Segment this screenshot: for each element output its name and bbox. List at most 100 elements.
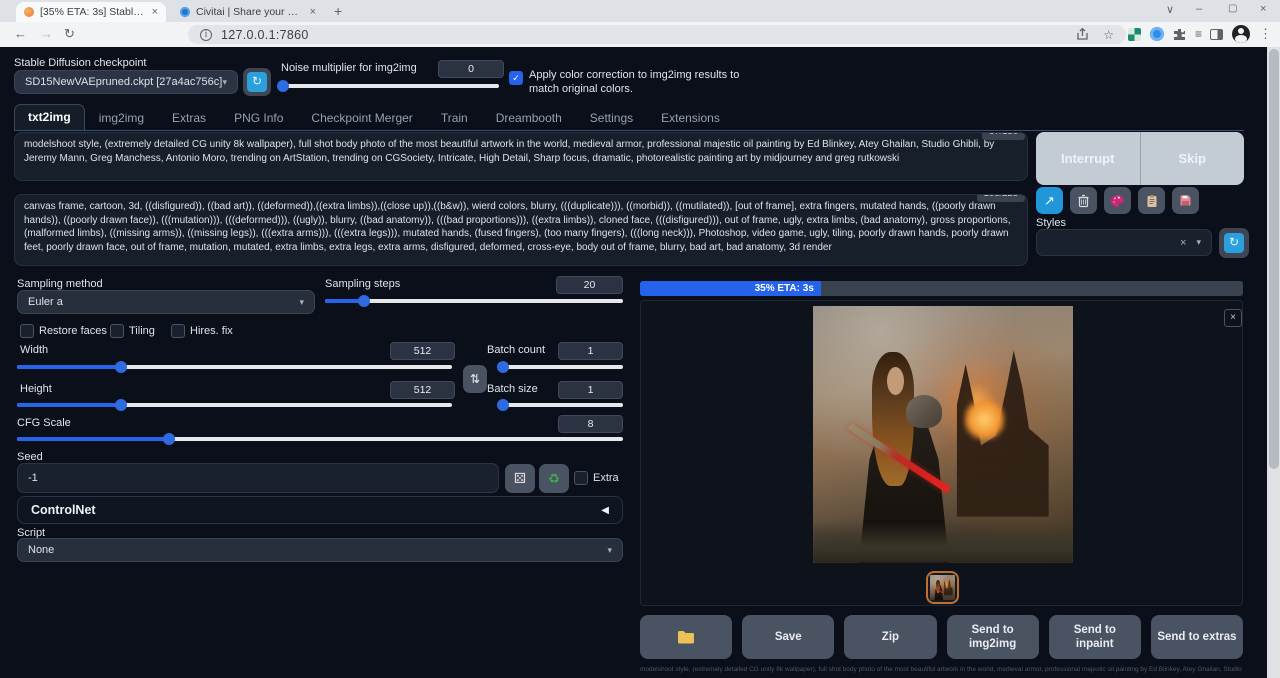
send-to-img2img-button[interactable]: Send to img2img xyxy=(947,615,1039,659)
tab-close-icon[interactable]: × xyxy=(152,7,158,18)
batch-count-value[interactable]: 1 xyxy=(558,342,623,360)
reading-list-icon[interactable]: ≡ xyxy=(1195,27,1201,41)
address-bar[interactable]: i 127.0.0.1:7860 ☆ xyxy=(188,25,1126,44)
height-value[interactable]: 512 xyxy=(390,381,455,399)
tab-png-info[interactable]: PNG Info xyxy=(220,106,297,131)
color-correction-checkbox[interactable]: ✓ xyxy=(509,71,523,85)
chevron-down-icon: ▾ xyxy=(222,77,227,88)
share-icon[interactable] xyxy=(1076,28,1089,41)
browser-tab-stable-diffusion[interactable]: [35% ETA: 3s] Stable Diffusion × xyxy=(16,2,166,22)
script-value: None xyxy=(28,544,54,556)
sampling-steps-value[interactable]: 20 xyxy=(556,276,623,294)
swap-width-height-button[interactable]: ⇅ xyxy=(463,365,487,393)
civitai-favicon-icon xyxy=(180,7,190,17)
generated-image[interactable] xyxy=(813,306,1073,563)
scrollbar-thumb[interactable] xyxy=(1269,49,1279,469)
cfg-scale-slider[interactable] xyxy=(17,433,623,445)
browser-menu-icon[interactable]: ⋮ xyxy=(1259,26,1271,42)
reuse-seed-button[interactable]: ♻ xyxy=(539,464,569,493)
browser-tabstrip: [35% ETA: 3s] Stable Diffusion × Civitai… xyxy=(0,0,1280,22)
hires-fix-checkbox[interactable] xyxy=(171,324,185,338)
batch-count-slider[interactable] xyxy=(497,361,623,373)
chevron-down-icon[interactable]: ▾ xyxy=(1196,237,1201,248)
sampling-steps-slider[interactable] xyxy=(325,295,623,307)
paste-arrow-icon: ↗ xyxy=(1044,193,1055,209)
batch-size-slider[interactable] xyxy=(497,399,623,411)
apply-style-button[interactable] xyxy=(1138,187,1165,214)
tab-settings[interactable]: Settings xyxy=(576,106,647,131)
open-folder-button[interactable] xyxy=(640,615,732,659)
site-info-icon[interactable]: i xyxy=(200,29,212,41)
tab-checkpoint-merger[interactable]: Checkpoint Merger xyxy=(297,106,426,131)
new-tab-button[interactable]: + xyxy=(334,3,342,19)
browser-tab-civitai[interactable]: Civitai | Share your models × xyxy=(172,2,324,22)
batch-count-label: Batch count xyxy=(487,344,545,356)
extra-networks-button[interactable] xyxy=(1104,187,1131,214)
close-gallery-button[interactable]: × xyxy=(1224,309,1242,327)
script-select[interactable]: None ▾ xyxy=(17,538,623,562)
checkpoint-label: Stable Diffusion checkpoint xyxy=(14,57,147,69)
tab-dreambooth[interactable]: Dreambooth xyxy=(482,106,576,131)
tiling-label: Tiling xyxy=(129,325,155,337)
tab-img2img[interactable]: img2img xyxy=(85,106,158,131)
clear-styles-icon[interactable]: × xyxy=(1180,237,1186,249)
page-scrollbar[interactable] xyxy=(1267,47,1280,678)
height-slider[interactable] xyxy=(17,399,452,411)
tab-txt2img[interactable]: txt2img xyxy=(14,104,85,131)
cfg-scale-value[interactable]: 8 xyxy=(558,415,623,433)
save-style-button[interactable] xyxy=(1172,187,1199,214)
width-value[interactable]: 512 xyxy=(390,342,455,360)
bookmark-star-icon[interactable]: ☆ xyxy=(1103,28,1114,42)
tab-close-icon[interactable]: × xyxy=(310,7,316,18)
progress-fill: 35% ETA: 3s xyxy=(640,281,821,296)
send-to-inpaint-button[interactable]: Send to inpaint xyxy=(1049,615,1141,659)
tiling-checkbox[interactable] xyxy=(110,324,124,338)
paste-generation-params-button[interactable]: ↗ xyxy=(1036,187,1063,214)
seed-input[interactable]: -1 xyxy=(17,463,499,493)
width-slider[interactable] xyxy=(17,361,452,373)
skip-button[interactable]: Skip xyxy=(1141,132,1245,185)
extension-grid-icon[interactable] xyxy=(1128,28,1141,41)
back-icon[interactable]: ← xyxy=(14,26,27,41)
batch-size-value[interactable]: 1 xyxy=(558,381,623,399)
clear-prompt-button[interactable] xyxy=(1070,187,1097,214)
forward-icon[interactable]: → xyxy=(40,26,53,41)
refresh-styles-button[interactable]: ↻ xyxy=(1219,228,1249,258)
send-to-extras-button[interactable]: Send to extras xyxy=(1151,615,1243,659)
tab-search-icon[interactable]: ∨ xyxy=(1166,3,1174,16)
prompt-textarea[interactable]: modelshoot style, (extremely detailed CG… xyxy=(14,132,1028,181)
side-panel-icon[interactable] xyxy=(1210,29,1223,40)
sampling-method-select[interactable]: Euler a ▾ xyxy=(17,290,315,314)
tab-train[interactable]: Train xyxy=(427,106,482,131)
gallery-thumbnail-selected[interactable] xyxy=(926,571,959,604)
fire-glow xyxy=(964,399,1006,440)
checkpoint-select[interactable]: SD15NewVAEpruned.ckpt [27a4ac756c] ▾ xyxy=(14,70,238,94)
restore-faces-checkbox[interactable] xyxy=(20,324,34,338)
controlnet-accordion[interactable]: ControlNet ◀ xyxy=(17,496,623,524)
tab-extras[interactable]: Extras xyxy=(158,106,220,131)
interrupt-button[interactable]: Interrupt xyxy=(1036,132,1141,185)
seed-extra-checkbox[interactable] xyxy=(574,471,588,485)
tab-extensions[interactable]: Extensions xyxy=(647,106,734,131)
batch-size-label: Batch size xyxy=(487,383,538,395)
noise-multiplier-slider[interactable] xyxy=(281,80,499,92)
noise-multiplier-value[interactable]: 0 xyxy=(438,60,504,78)
styles-select[interactable]: × ▾ xyxy=(1036,229,1212,256)
generation-info-text: modelshoot style, (extremely detailed CG… xyxy=(640,666,1243,673)
noise-multiplier-label: Noise multiplier for img2img xyxy=(281,62,417,74)
browser-tab-title: [35% ETA: 3s] Stable Diffusion xyxy=(40,6,146,18)
refresh-checkpoint-button[interactable]: ↻ xyxy=(243,68,271,96)
output-gallery: × xyxy=(640,300,1243,606)
negative-prompt-textarea[interactable]: canvas frame, cartoon, 3d, ((disfigured)… xyxy=(14,194,1028,266)
profile-avatar[interactable] xyxy=(1232,25,1250,43)
window-close-button[interactable]: × xyxy=(1260,3,1266,15)
window-maximize-button[interactable]: ▢ xyxy=(1228,3,1237,14)
extensions-puzzle-icon[interactable] xyxy=(1173,28,1186,41)
window-minimize-button[interactable]: – xyxy=(1196,3,1202,15)
random-seed-button[interactable]: ⚄ xyxy=(505,464,535,493)
reload-icon[interactable]: ↻ xyxy=(64,26,75,42)
checkpoint-value: SD15NewVAEpruned.ckpt [27a4ac756c] xyxy=(25,76,222,88)
zip-button[interactable]: Zip xyxy=(844,615,936,659)
civitai-extension-icon[interactable] xyxy=(1150,27,1164,41)
save-button[interactable]: Save xyxy=(742,615,834,659)
